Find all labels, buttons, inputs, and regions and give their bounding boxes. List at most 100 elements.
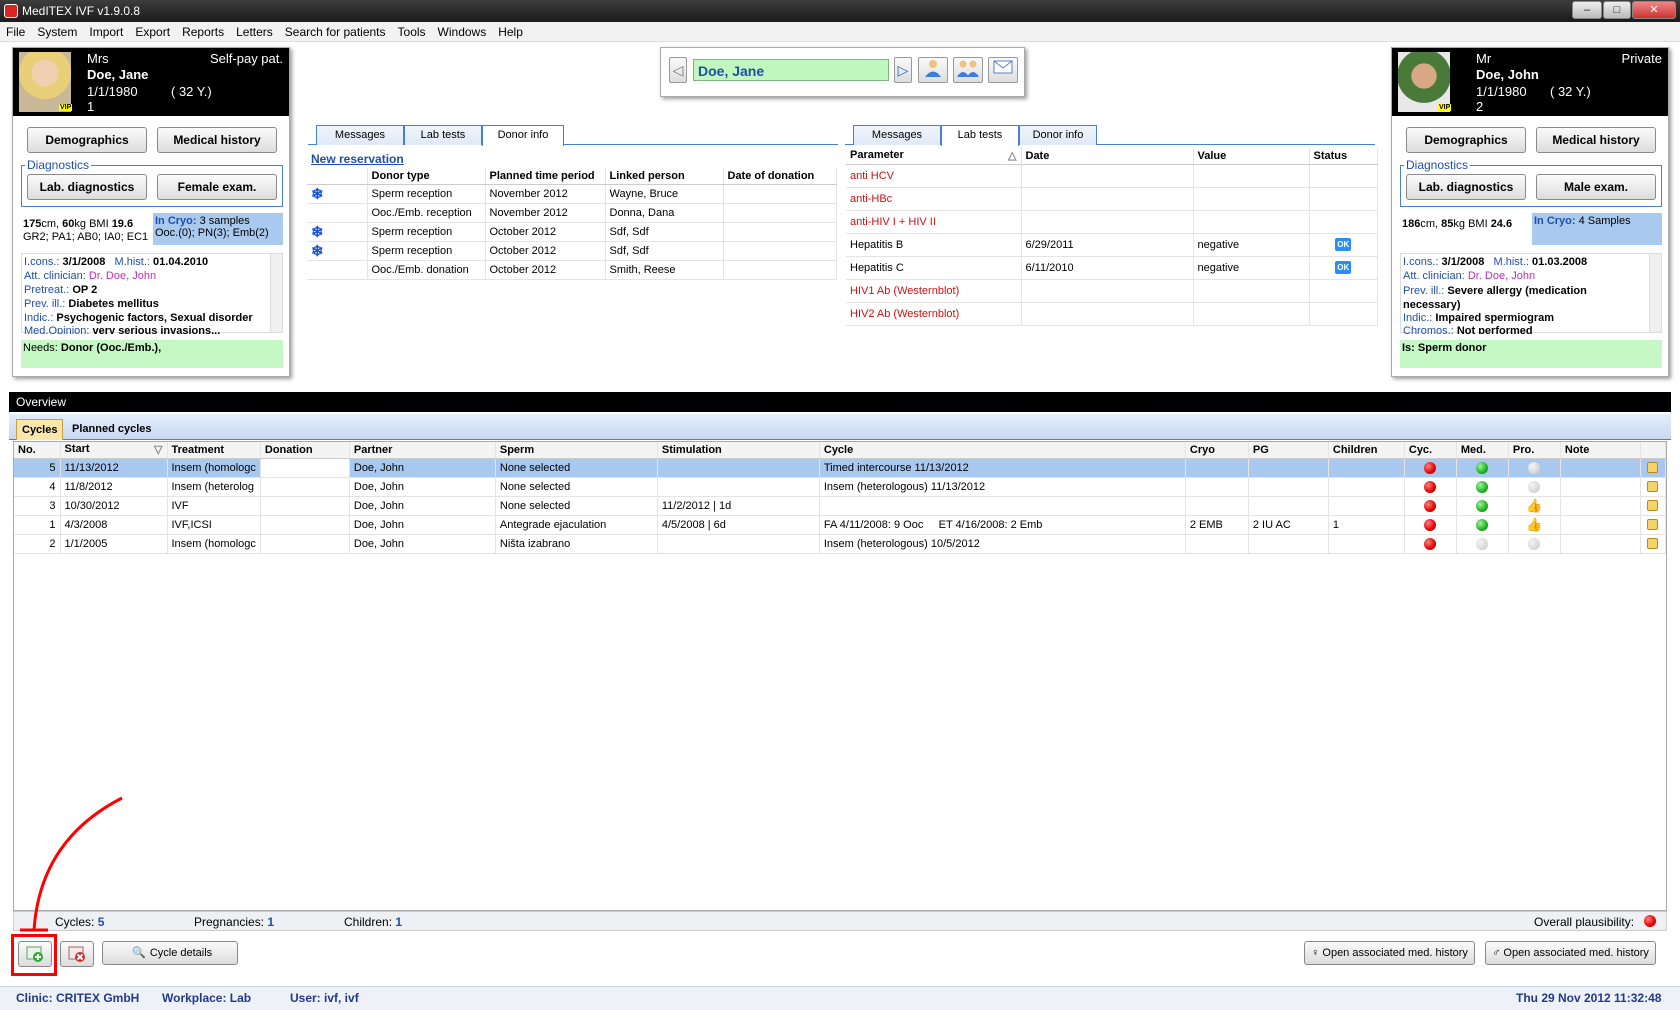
right-panel-tabs: Messages Lab tests Donor info [845, 125, 1375, 146]
next-patient-button[interactable]: ▷ [894, 57, 912, 83]
left-panel-tabs: Messages Lab tests Donor info [308, 125, 838, 146]
col-children[interactable]: Children [1328, 442, 1405, 459]
table-row[interactable]: 2 1/1/2005 Insem (homologc Doe, John Ništa i… [14, 534, 1667, 554]
lock-icon[interactable] [1647, 538, 1659, 550]
table-row[interactable]: HIV1 Ab (Westernblot) [846, 279, 1378, 303]
table-row[interactable]: Hepatitis C 6/11/2010 negative OK [846, 256, 1378, 280]
tab-messages-left[interactable]: Messages [316, 125, 404, 145]
donor-col-type[interactable]: Donor type [367, 168, 486, 185]
table-row[interactable]: 4 11/8/2012 Insem (heterolog Doe, John None … [14, 477, 1667, 497]
male-demographics-button[interactable]: Demographics [1406, 127, 1526, 153]
tab-cycles[interactable]: Cycles [16, 419, 64, 440]
table-row[interactable]: 1 4/3/2008 IVF,ICSI Doe, John Antegrade ejac… [14, 515, 1667, 535]
col-treatment[interactable]: Treatment [167, 442, 261, 459]
female-number: 1 [87, 99, 95, 114]
table-row[interactable]: Ooc./Emb. donation October 2012 Smith, Ree… [307, 260, 837, 280]
med-status-gray-icon [1476, 537, 1489, 550]
couple-icon-button[interactable] [953, 57, 983, 83]
cycle-status-red-icon [1424, 461, 1437, 474]
male-diagnostics-group: Diagnostics Lab. diagnostics Male exam. [1400, 158, 1662, 207]
tab-lab-tests-right[interactable]: Lab tests [941, 125, 1019, 146]
tab-messages-right[interactable]: Messages [853, 125, 941, 145]
col-cryo[interactable]: Cryo [1185, 442, 1249, 459]
female-demographics-button[interactable]: Demographics [27, 127, 147, 153]
female-salutation: Mrs [87, 51, 109, 66]
lock-icon[interactable] [1647, 462, 1659, 474]
close-button[interactable]: ✕ [1632, 1, 1676, 19]
menu-windows[interactable]: Windows [432, 22, 493, 40]
table-row[interactable]: 5 11/13/2012 Insem (homologc Doe, John None … [14, 458, 1667, 478]
cycle-status-red-icon [1424, 499, 1437, 512]
patient-icon-button[interactable] [918, 57, 948, 83]
table-row[interactable]: Ooc./Emb. reception November 2012 Donna, D… [307, 203, 837, 223]
status-datetime: Thu 29 Nov 2012 11:32:48 [1516, 991, 1662, 1005]
menu-system[interactable]: System [31, 22, 83, 40]
table-row[interactable]: ❄ Sperm reception November 2012 Wayne, Bruc… [307, 184, 837, 204]
maximize-button[interactable]: □ [1603, 1, 1631, 19]
col-cycle[interactable]: Cycle [819, 442, 1186, 459]
lock-icon[interactable] [1647, 519, 1659, 531]
patient-name-field[interactable]: Doe, Jane [693, 59, 889, 81]
donor-col-period[interactable]: Planned time period [485, 168, 606, 185]
col-cyc[interactable]: Cyc. [1404, 442, 1457, 459]
mail-icon-button[interactable] [988, 57, 1018, 83]
male-age: ( 32 Y.) [1550, 84, 1591, 99]
new-reservation-link[interactable]: New reservation [311, 152, 404, 166]
open-male-history-button[interactable]: ♂ Open associated med. history [1485, 941, 1656, 965]
menu-export[interactable]: Export [129, 22, 176, 40]
col-note[interactable]: Note [1560, 442, 1641, 459]
col-stimulation[interactable]: Stimulation [657, 442, 820, 459]
donor-col-date[interactable]: Date of donation [723, 168, 837, 185]
menu-search-patients[interactable]: Search for patients [279, 22, 392, 40]
open-female-history-button[interactable]: ♀ Open associated med. history [1304, 941, 1475, 965]
col-sperm[interactable]: Sperm [495, 442, 658, 459]
male-photo [1398, 52, 1450, 112]
tab-planned-cycles[interactable]: Planned cycles [67, 419, 157, 440]
male-exam-button[interactable]: Male exam. [1536, 174, 1656, 200]
menu-help[interactable]: Help [492, 22, 529, 40]
lab-col-parameter[interactable]: Parameter △ [846, 148, 1022, 165]
tab-lab-tests-left[interactable]: Lab tests [404, 125, 482, 145]
col-pg[interactable]: PG [1248, 442, 1329, 459]
male-info-scrollbar[interactable] [1649, 254, 1661, 332]
menu-import[interactable]: Import [83, 22, 129, 40]
col-donation[interactable]: Donation [260, 442, 350, 459]
menu-tools[interactable]: Tools [392, 22, 432, 40]
female-medical-history-button[interactable]: Medical history [157, 127, 277, 153]
col-no[interactable]: No. [14, 442, 61, 459]
tab-donor-info-right[interactable]: Donor info [1019, 125, 1097, 145]
female-info-scrollbar[interactable] [270, 254, 282, 332]
menu-reports[interactable]: Reports [176, 22, 230, 40]
female-exam-button[interactable]: Female exam. [157, 174, 277, 200]
lock-icon[interactable] [1647, 481, 1659, 493]
col-pro[interactable]: Pro. [1508, 442, 1561, 459]
previous-patient-button[interactable]: ◁ [669, 57, 687, 83]
male-medical-history-button[interactable]: Medical history [1536, 127, 1656, 153]
table-row[interactable]: anti-HIV I + HIV II [846, 210, 1378, 234]
female-diagnostics-group: Diagnostics Lab. diagnostics Female exam… [21, 158, 283, 207]
col-partner[interactable]: Partner [349, 442, 496, 459]
table-row[interactable]: Hepatitis B 6/29/2011 negative OK [846, 233, 1378, 257]
table-row[interactable]: anti-HBc [846, 187, 1378, 211]
col-start[interactable]: Start ▽ [60, 442, 168, 459]
menu-file[interactable]: File [0, 22, 31, 40]
female-lab-diagnostics-button[interactable]: Lab. diagnostics [27, 174, 147, 200]
pro-status-gray-icon [1528, 537, 1541, 550]
lab-col-status[interactable]: Status [1309, 148, 1378, 165]
lab-col-date[interactable]: Date [1021, 148, 1194, 165]
col-med[interactable]: Med. [1456, 442, 1509, 459]
table-row[interactable]: 3 10/30/2012 IVF Doe, John None selected 11/2… [14, 496, 1667, 516]
table-row[interactable]: anti HCV [846, 164, 1378, 188]
status-workplace: Workplace: Lab [162, 991, 252, 1005]
male-lab-diagnostics-button[interactable]: Lab. diagnostics [1406, 174, 1526, 200]
table-row[interactable]: ❄ Sperm reception October 2012 Sdf, Sdf [307, 222, 837, 242]
tab-donor-info-left[interactable]: Donor info [482, 125, 564, 146]
female-symbol-icon: ♀ [1311, 947, 1320, 959]
table-row[interactable]: HIV2 Ab (Westernblot) [846, 302, 1378, 326]
lock-icon[interactable] [1647, 500, 1659, 512]
donor-col-person[interactable]: Linked person [605, 168, 724, 185]
minimize-button[interactable]: – [1572, 1, 1602, 19]
lab-col-value[interactable]: Value [1193, 148, 1310, 165]
menu-letters[interactable]: Letters [230, 22, 279, 40]
table-row[interactable]: ❄ Sperm reception October 2012 Sdf, Sdf [307, 241, 837, 261]
